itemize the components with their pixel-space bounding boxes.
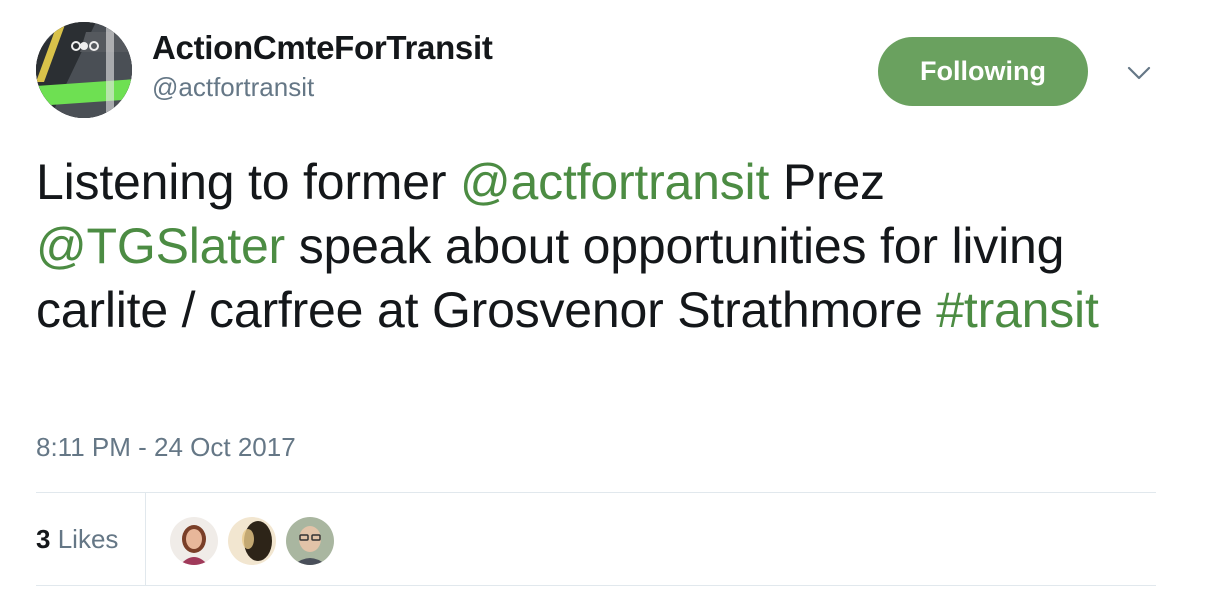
liker-avatar-1[interactable] xyxy=(170,517,218,565)
mention-link-tgslater[interactable]: @TGSlater xyxy=(36,218,285,274)
divider xyxy=(36,492,1156,493)
display-name[interactable]: ActionCmteForTransit xyxy=(152,28,493,68)
user-header[interactable]: ActionCmteForTransit @actfortransit xyxy=(152,28,493,104)
likes-label: Likes xyxy=(57,524,119,554)
user-handle[interactable]: @actfortransit xyxy=(152,70,493,104)
likes-count: 3 xyxy=(36,524,51,554)
chevron-down-icon[interactable] xyxy=(1124,58,1154,88)
tweet-text: Listening to former @actfortransit Prez … xyxy=(36,150,1136,342)
liker-avatar-woman-icon xyxy=(170,517,218,565)
liker-avatar-silhouette-icon xyxy=(228,517,276,565)
bike-lane-avatar-icon xyxy=(36,22,132,118)
divider xyxy=(36,585,1156,586)
tweet-text-segment: Listening to former xyxy=(36,154,460,210)
tweet-text-segment: Prez xyxy=(769,154,885,210)
liker-avatar-2[interactable] xyxy=(228,517,276,565)
following-button[interactable]: Following xyxy=(878,37,1088,106)
tweet-timestamp[interactable]: 8:11 PM - 24 Oct 2017 xyxy=(36,430,296,464)
mention-link-actfortransit[interactable]: @actfortransit xyxy=(460,154,769,210)
likes-stat[interactable]: 3 Likes xyxy=(36,522,118,556)
liker-avatar-3[interactable] xyxy=(286,517,334,565)
user-avatar[interactable] xyxy=(36,22,132,118)
vertical-divider xyxy=(145,493,146,585)
hashtag-link-transit[interactable]: #transit xyxy=(936,282,1099,338)
liker-avatar-man-glasses-icon xyxy=(286,517,334,565)
